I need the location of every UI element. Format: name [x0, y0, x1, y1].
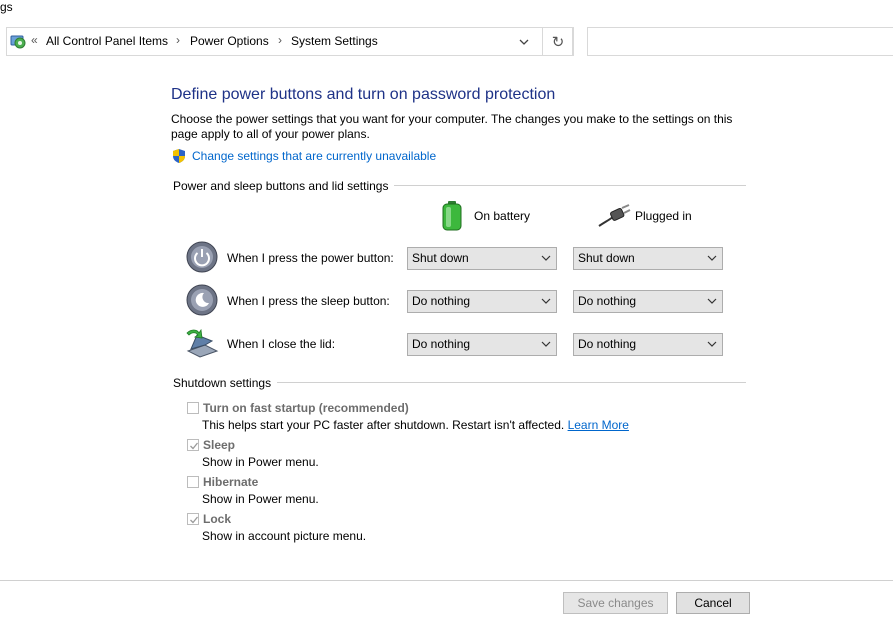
- close-lid-battery-select[interactable]: Do nothing: [407, 333, 557, 356]
- checkmark-icon: [190, 516, 199, 524]
- page-title: Define power buttons and turn on passwor…: [171, 86, 556, 103]
- close-lid-plugged-select[interactable]: Do nothing: [573, 333, 723, 356]
- chevron-down-icon: [540, 248, 552, 269]
- selected-value: Shut down: [578, 251, 635, 265]
- selected-value: Do nothing: [412, 337, 471, 351]
- fast-startup-label: Turn on fast startup (recommended): [203, 401, 409, 415]
- hibernate-checkbox[interactable]: [187, 476, 199, 488]
- learn-more-link[interactable]: Learn More: [568, 418, 629, 432]
- row-label-power-button: When I press the power button:: [227, 251, 394, 265]
- shutdown-section-label: Shutdown settings: [173, 376, 278, 390]
- lock-description: Show in account picture menu.: [202, 529, 367, 543]
- selected-value: Do nothing: [578, 337, 637, 351]
- sleep-label: Sleep: [203, 438, 236, 452]
- power-button-icon: [186, 241, 218, 273]
- column-header-plugged-in: Plugged in: [635, 209, 692, 223]
- fast-startup-checkbox[interactable]: [187, 402, 199, 414]
- selected-value: Shut down: [412, 251, 469, 265]
- power-section-label: Power and sleep buttons and lid settings: [173, 179, 395, 193]
- hibernate-description: Show in Power menu.: [202, 492, 319, 506]
- sleep-description: Show in Power menu.: [202, 455, 319, 469]
- lock-checkbox[interactable]: [187, 513, 199, 525]
- battery-icon: [441, 200, 463, 232]
- window-title-fragment: gs: [0, 0, 13, 14]
- refresh-icon: ↻: [551, 33, 565, 51]
- fast-startup-desc-text: This helps start your PC faster after sh…: [202, 418, 568, 432]
- sleep-button-battery-select[interactable]: Do nothing: [407, 290, 557, 313]
- chevron-down-icon: [540, 334, 552, 355]
- cancel-button[interactable]: Cancel: [676, 592, 750, 614]
- save-changes-button[interactable]: Save changes: [563, 592, 668, 614]
- plug-icon: [597, 204, 631, 228]
- search-input[interactable]: [587, 27, 893, 56]
- row-label-sleep-button: When I press the sleep button:: [227, 294, 390, 308]
- sleep-button-plugged-select[interactable]: Do nothing: [573, 290, 723, 313]
- laptop-lid-icon: [185, 327, 219, 359]
- hibernate-label: Hibernate: [203, 475, 259, 489]
- row-label-close-lid: When I close the lid:: [227, 337, 336, 351]
- checkmark-icon: [190, 442, 199, 450]
- breadcrumb-all-control-panel-items[interactable]: All Control Panel Items: [46, 34, 168, 48]
- chevron-down-icon: [706, 291, 718, 312]
- chevron-down-icon: [706, 248, 718, 269]
- control-panel-icon: [9, 32, 27, 50]
- chevron-down-icon: [706, 334, 718, 355]
- sleep-checkbox[interactable]: [187, 439, 199, 451]
- lock-label: Lock: [203, 512, 232, 526]
- refresh-button[interactable]: ↻: [542, 27, 574, 56]
- chevron-down-icon[interactable]: [518, 36, 530, 46]
- selected-value: Do nothing: [412, 294, 471, 308]
- sleep-button-icon: [186, 284, 218, 316]
- change-settings-link[interactable]: Change settings that are currently unava…: [192, 149, 436, 163]
- power-button-plugged-select[interactable]: Shut down: [573, 247, 723, 270]
- power-button-battery-select[interactable]: Shut down: [407, 247, 557, 270]
- chevron-down-icon: [540, 291, 552, 312]
- breadcrumb-separator[interactable]: ›: [278, 33, 282, 47]
- footer-divider: [0, 580, 893, 581]
- fast-startup-description: This helps start your PC faster after sh…: [202, 418, 629, 432]
- column-header-on-battery: On battery: [474, 209, 531, 223]
- breadcrumb-overflow[interactable]: «: [31, 33, 38, 47]
- page-description: Choose the power settings that you want …: [171, 112, 733, 141]
- breadcrumb-system-settings[interactable]: System Settings: [291, 34, 378, 48]
- breadcrumb-separator[interactable]: ›: [176, 33, 180, 47]
- breadcrumb-power-options[interactable]: Power Options: [190, 34, 269, 48]
- uac-shield-icon: [171, 148, 187, 164]
- selected-value: Do nothing: [578, 294, 637, 308]
